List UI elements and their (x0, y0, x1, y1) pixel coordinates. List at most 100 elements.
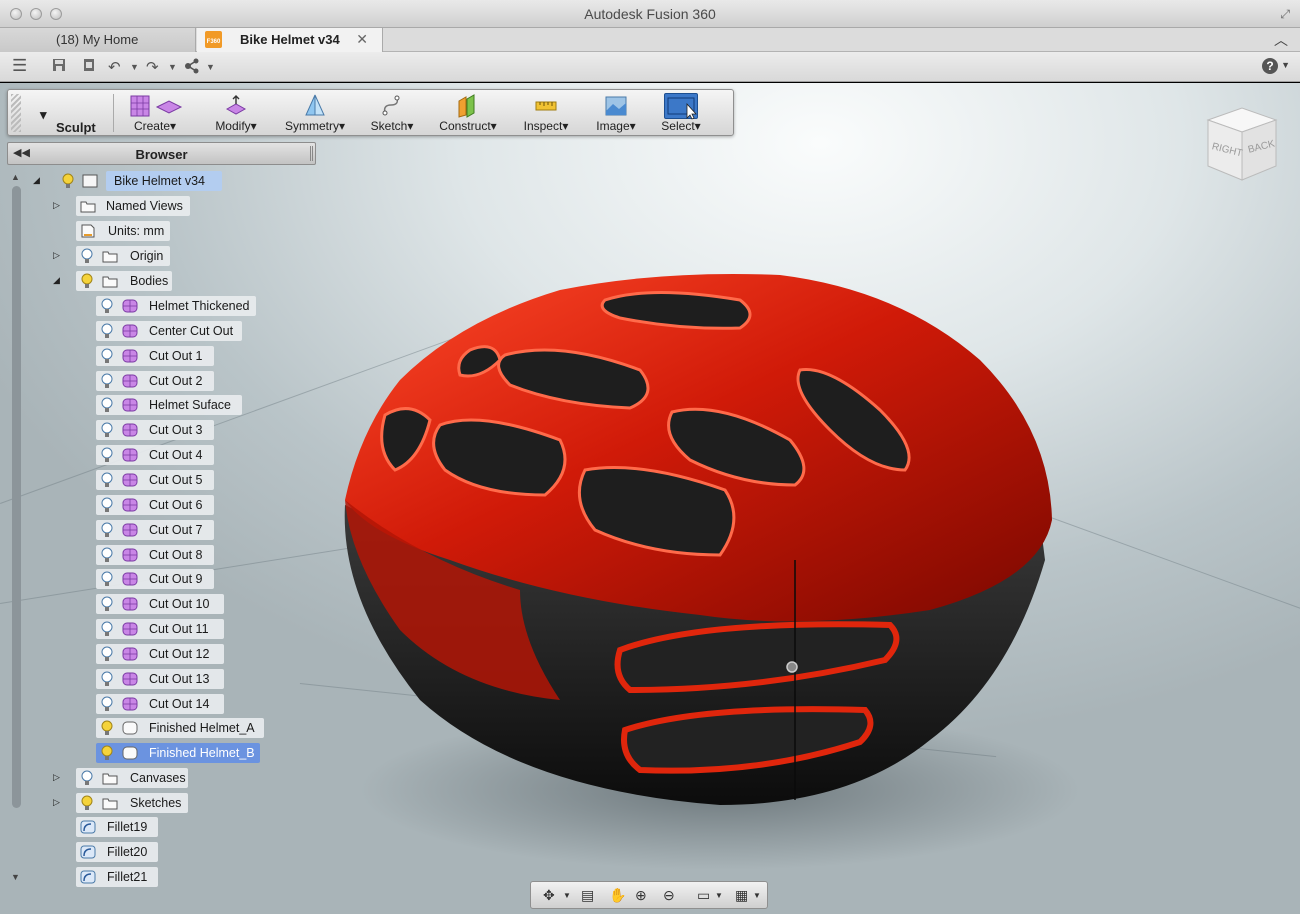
visibility-bulb-icon[interactable] (101, 646, 113, 662)
tree-item-body[interactable]: Cut Out 5 (96, 469, 214, 490)
tree-item-bike-helmet[interactable]: Bike Helmet v34 (106, 171, 222, 191)
tree-item-finished-helmet-a[interactable]: Finished Helmet_A (96, 718, 264, 738)
image-menu[interactable]: Image▾ (592, 92, 640, 134)
tree-item-body[interactable]: Cut Out 14 (96, 693, 224, 714)
zoom-icon[interactable]: ⊕ (635, 887, 647, 904)
expand-triangle-icon[interactable]: ▷ (53, 250, 60, 261)
tree-item-bodies[interactable]: Bodies (76, 271, 172, 291)
visibility-bulb-icon[interactable] (101, 547, 113, 563)
resize-handle[interactable] (310, 146, 313, 161)
select-menu[interactable]: Select▾ (658, 92, 704, 134)
construct-menu[interactable]: Construct▾ (434, 92, 502, 134)
tree-item-body[interactable]: Helmet Thickened (96, 296, 256, 316)
expand-triangle-icon[interactable]: ▷ (53, 772, 60, 783)
inspect-menu[interactable]: Inspect▾ (518, 92, 574, 134)
tree-item-body[interactable]: Cut Out 10 (96, 594, 224, 615)
chevron-down-icon[interactable]: ▼ (168, 62, 177, 72)
visibility-bulb-icon[interactable] (101, 422, 113, 438)
look-at-icon[interactable]: ▤ (581, 887, 594, 904)
tree-item-named-views[interactable]: Named Views (76, 196, 190, 216)
visibility-bulb-icon[interactable] (101, 596, 113, 612)
undo-icon[interactable]: ↶ (108, 58, 121, 76)
collapse-triangle-icon[interactable]: ◢ (53, 275, 60, 286)
visibility-bulb-icon[interactable] (101, 571, 113, 587)
tree-item-body[interactable]: Cut Out 3 (96, 420, 214, 441)
tree-item-body[interactable]: Center Cut Out (96, 320, 242, 341)
visibility-bulb-icon[interactable] (101, 671, 113, 687)
modify-menu[interactable]: Modify▾ (206, 92, 266, 134)
display-settings-icon[interactable]: ▭ (697, 887, 710, 904)
tree-item-fillet[interactable]: Fillet19 (76, 817, 158, 837)
tab-my-home[interactable]: (18) My Home (0, 28, 196, 52)
share-icon[interactable] (184, 58, 200, 78)
visibility-bulb-icon[interactable] (101, 522, 113, 538)
expand-triangle-icon[interactable]: ▷ (53, 797, 60, 808)
tree-item-body[interactable]: Cut Out 12 (96, 643, 224, 664)
tree-item-body[interactable]: Cut Out 9 (96, 569, 214, 590)
visibility-bulb-icon[interactable] (101, 397, 113, 413)
chevron-down-icon[interactable]: ▼ (715, 891, 723, 900)
visibility-bulb-icon[interactable] (101, 323, 113, 339)
visibility-bulb-icon[interactable] (101, 373, 113, 389)
hamburger-menu-icon[interactable]: ☰ (12, 56, 27, 76)
tree-item-body[interactable]: Cut Out 8 (96, 544, 214, 565)
visibility-bulb-icon[interactable] (81, 795, 93, 811)
scrollbar-thumb[interactable] (12, 186, 21, 808)
visibility-bulb-icon[interactable] (81, 248, 93, 264)
visibility-bulb-icon[interactable] (101, 696, 113, 712)
collapse-triangle-icon[interactable]: ◢ (33, 175, 40, 186)
visibility-bulb-icon[interactable] (101, 745, 113, 761)
tree-item-canvases[interactable]: Canvases (76, 768, 188, 788)
chevron-down-icon[interactable]: ▼ (130, 62, 139, 72)
tree-item-fillet[interactable]: Fillet21 (76, 866, 158, 887)
export-icon[interactable] (82, 58, 96, 76)
tree-item-finished-helmet-b[interactable]: Finished Helmet_B (96, 743, 260, 763)
tree-item-body[interactable]: Cut Out 2 (96, 370, 214, 391)
visibility-bulb-icon[interactable] (101, 447, 113, 463)
tree-item-units[interactable]: Units: mm (76, 221, 170, 241)
visibility-bulb-icon[interactable] (101, 348, 113, 364)
tree-item-body[interactable]: Cut Out 7 (96, 519, 214, 540)
fit-view-icon[interactable]: ⊖ (663, 887, 675, 904)
fullscreen-icon[interactable]: ⤢ (1280, 7, 1290, 22)
visibility-bulb-icon[interactable] (101, 720, 113, 736)
visibility-bulb-icon[interactable] (101, 497, 113, 513)
pan-hand-icon[interactable]: ✋ (609, 887, 626, 904)
tree-item-body[interactable]: Helmet Suface (96, 395, 242, 416)
chevron-up-icon[interactable]: ︿ (1274, 30, 1288, 50)
tree-item-fillet[interactable]: Fillet20 (76, 841, 158, 862)
visibility-bulb-icon[interactable] (62, 173, 74, 189)
tree-item-body[interactable]: Cut Out 1 (96, 345, 214, 366)
tree-item-sketches[interactable]: Sketches (76, 793, 188, 813)
workspace-switcher[interactable]: Sculpt ▾ (24, 94, 114, 135)
browser-scrollbar[interactable]: ▲ ▼ (9, 170, 23, 886)
visibility-bulb-icon[interactable] (81, 273, 93, 289)
save-icon[interactable] (52, 58, 66, 76)
visibility-bulb-icon[interactable] (81, 770, 93, 786)
create-menu[interactable]: Create▾ (123, 92, 187, 134)
tree-item-body[interactable]: Cut Out 4 (96, 445, 214, 466)
grid-settings-icon[interactable]: ▦ (735, 887, 748, 904)
visibility-bulb-icon[interactable] (101, 298, 113, 314)
chevron-down-icon[interactable]: ▼ (1281, 60, 1290, 70)
chevron-down-icon[interactable]: ▼ (563, 891, 571, 900)
sketch-menu[interactable]: Sketch▾ (366, 92, 418, 134)
visibility-bulb-icon[interactable] (101, 621, 113, 637)
expand-triangle-icon[interactable]: ▷ (53, 200, 60, 211)
orbit-icon[interactable]: ✥ (543, 887, 555, 904)
redo-icon[interactable]: ↷ (146, 58, 159, 76)
view-cube[interactable]: RIGHT BACK (1204, 104, 1280, 184)
tree-item-origin[interactable]: Origin (76, 246, 170, 266)
chevron-down-icon[interactable]: ▼ (753, 891, 761, 900)
tree-item-body[interactable]: Cut Out 11 (96, 619, 224, 640)
visibility-bulb-icon[interactable] (101, 472, 113, 488)
tab-bike-helmet[interactable]: F360 Bike Helmet v34 ✕ (197, 28, 383, 52)
close-tab-icon[interactable]: ✕ (356, 31, 368, 48)
tree-item-body[interactable]: Cut Out 6 (96, 494, 214, 515)
scroll-up-icon[interactable]: ▲ (11, 172, 20, 182)
toolbar-grip-handle[interactable] (11, 94, 21, 132)
scroll-down-icon[interactable]: ▼ (11, 872, 20, 882)
chevron-down-icon[interactable]: ▼ (206, 62, 215, 72)
help-icon[interactable]: ? (1262, 58, 1278, 74)
symmetry-menu[interactable]: Symmetry▾ (280, 92, 350, 134)
